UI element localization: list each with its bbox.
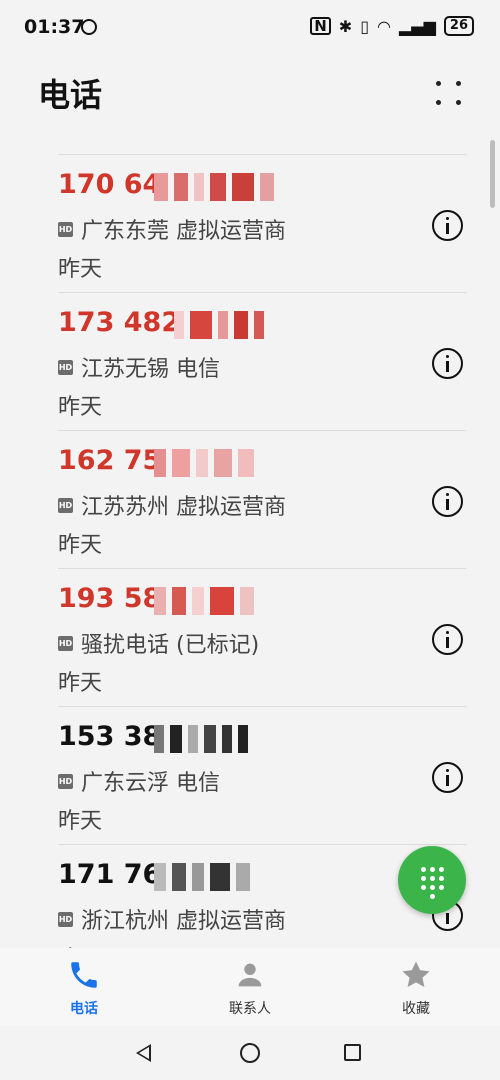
info-icon[interactable] (432, 210, 463, 241)
call-date: 昨天 (58, 533, 103, 558)
redacted-digits (154, 725, 248, 753)
info-icon[interactable] (432, 624, 463, 655)
info-icon[interactable] (432, 762, 463, 793)
tab-label: 收藏 (402, 1001, 430, 1017)
star-icon (399, 958, 433, 992)
call-date: 昨天 (58, 257, 103, 282)
tab-contacts[interactable]: 联系人 (200, 958, 300, 1022)
call-log-item[interactable]: 173 482 HD 江苏无锡 电信 昨天 (58, 292, 466, 431)
info-icon[interactable] (432, 486, 463, 517)
hd-call-icon: HD (58, 497, 73, 513)
redacted-digits (154, 173, 274, 201)
info-icon[interactable] (432, 348, 463, 379)
signal-icon: ▂▄▆ (398, 16, 436, 36)
tab-favorites[interactable]: 收藏 (366, 958, 466, 1022)
more-icon (456, 81, 461, 86)
person-icon (233, 958, 267, 992)
more-icon (436, 81, 441, 86)
more-icon (456, 100, 461, 105)
recents-icon[interactable] (344, 1044, 361, 1061)
phone-number: 153 38 (58, 721, 162, 752)
caller-location: 广东云浮 电信 (81, 771, 220, 796)
redacted-digits (154, 449, 254, 477)
bottom-nav: 电话 联系人 收藏 (0, 948, 500, 1026)
app-header: 电话 (0, 56, 500, 126)
call-log-item[interactable]: 153 38 HD 广东云浮 电信 昨天 (58, 706, 466, 845)
status-time: 01:37 (24, 16, 85, 38)
hd-call-icon: HD (58, 359, 73, 375)
call-date: 昨天 (58, 809, 103, 834)
caller-location: 江苏苏州 虚拟运营商 (81, 495, 286, 520)
redacted-digits (154, 587, 254, 615)
tab-label: 联系人 (229, 1001, 271, 1017)
dialpad-button[interactable] (398, 846, 466, 914)
phone-number: 171 76 (58, 859, 162, 890)
caller-location: 骚扰电话 (已标记) (81, 633, 260, 658)
page-title: 电话 (38, 76, 103, 114)
dialpad-icon (421, 867, 426, 872)
alarm-icon (81, 19, 97, 35)
caller-location: 广东东莞 虚拟运营商 (81, 219, 286, 244)
status-bar: 01:37 N ✱ ▯ ◠ ▂▄▆ 26 (0, 0, 500, 56)
call-date: 昨天 (58, 671, 103, 696)
more-options-button[interactable] (432, 76, 466, 110)
back-icon[interactable] (136, 1044, 151, 1062)
caller-location: 浙江杭州 虚拟运营商 (81, 909, 286, 934)
phone-number: 162 75 (58, 445, 162, 476)
call-log-list[interactable]: 170 64 HD 广东东莞 虚拟运营商 昨天 173 482 HD 江苏无锡 … (58, 126, 466, 948)
phone-number: 170 64 (58, 169, 162, 200)
tab-phone[interactable]: 电话 (34, 958, 134, 1022)
home-icon[interactable] (240, 1043, 260, 1063)
vibrate-icon: ▯ (360, 16, 370, 36)
call-date: 昨天 (58, 941, 102, 948)
hd-call-icon: HD (58, 773, 73, 789)
bluetooth-icon: ✱ (338, 16, 353, 36)
nfc-icon: N (310, 17, 331, 35)
wifi-icon: ◠ (377, 16, 391, 36)
hd-call-icon: HD (58, 221, 73, 237)
call-log-item[interactable]: 170 64 HD 广东东莞 虚拟运营商 昨天 (58, 154, 466, 293)
phone-number: 173 482 (58, 307, 181, 338)
system-nav-bar (0, 1026, 500, 1080)
scrollbar[interactable] (490, 140, 495, 208)
more-icon (436, 100, 441, 105)
battery-icon: 26 (443, 16, 474, 36)
caller-location: 江苏无锡 电信 (81, 357, 220, 382)
phone-icon (67, 958, 101, 992)
phone-number: 193 58 (58, 583, 162, 614)
hd-call-icon: HD (58, 911, 73, 927)
tab-label: 电话 (70, 1001, 98, 1017)
hd-call-icon: HD (58, 635, 73, 651)
call-date: 昨天 (58, 395, 103, 420)
redacted-digits (174, 311, 264, 339)
call-log-item[interactable]: 162 75 HD 江苏苏州 虚拟运营商 昨天 (58, 430, 466, 569)
redacted-digits (154, 863, 250, 891)
status-icons: N ✱ ▯ ◠ ▂▄▆ 26 (310, 16, 474, 36)
call-log-item[interactable]: 193 58 HD 骚扰电话 (已标记) 昨天 (58, 568, 466, 707)
